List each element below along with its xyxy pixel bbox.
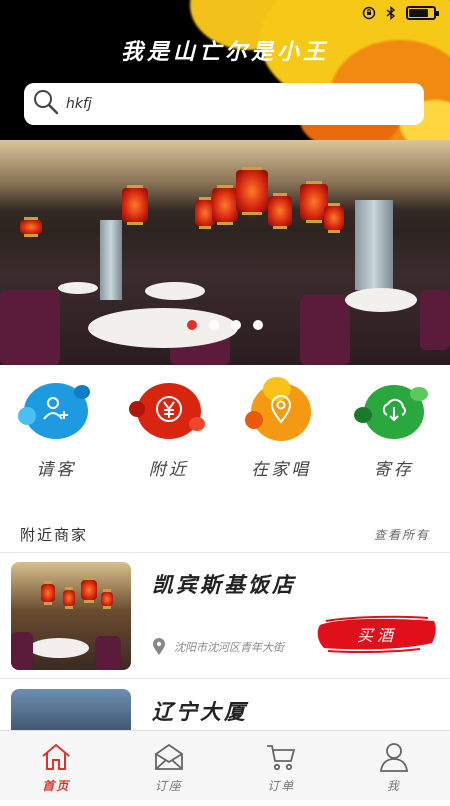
carousel-dot[interactable] <box>209 320 219 330</box>
merchant-address: 沈阳市沈河区青年大街 <box>174 639 314 655</box>
category-label: 请客 <box>0 455 113 480</box>
banner-chair <box>300 295 350 365</box>
location-pin-icon <box>152 638 166 656</box>
bottom-tab-bar: 首页 订座 订单 我 <box>0 730 450 800</box>
merchant-thumbnail <box>11 562 131 670</box>
carousel-dot[interactable] <box>187 320 197 330</box>
buy-wine-button[interactable]: 买酒 <box>316 615 438 653</box>
carousel-indicator[interactable] <box>0 320 450 330</box>
nearby-section-header: 附近商家 查看所有 <box>0 517 450 553</box>
banner-lantern <box>212 188 238 222</box>
cart-icon <box>265 741 297 773</box>
category-splash <box>129 377 209 447</box>
tab-me[interactable]: 我 <box>338 731 450 800</box>
tab-label: 首页 <box>42 777 70 794</box>
cloud-download-icon <box>378 393 410 425</box>
header: 我是山亡尔是小王 <box>0 0 450 140</box>
battery-icon <box>406 6 436 20</box>
banner-pillar <box>355 200 393 290</box>
banner-lantern <box>324 206 344 230</box>
category-label: 寄存 <box>338 455 450 480</box>
status-bar <box>362 6 436 20</box>
tab-home[interactable]: 首页 <box>0 731 113 800</box>
banner-lantern <box>122 188 148 222</box>
banner-carousel[interactable] <box>0 140 450 365</box>
tab-label: 订单 <box>267 777 295 794</box>
banner-lantern <box>268 196 292 226</box>
search-input[interactable] <box>66 96 386 112</box>
search-icon <box>32 88 60 120</box>
view-all-link[interactable]: 查看所有 <box>374 526 430 543</box>
location-pin-icon <box>265 393 297 425</box>
add-user-icon <box>40 393 72 425</box>
merchant-address-row: 沈阳市沈河区青年大街 <box>152 638 314 656</box>
tab-label: 我 <box>387 777 401 794</box>
category-splash <box>241 377 321 447</box>
category-sing-home[interactable]: 在家唱 <box>225 365 338 505</box>
envelope-icon <box>153 741 185 773</box>
battery-level <box>409 9 428 17</box>
banner-table <box>145 282 205 300</box>
home-icon <box>40 741 72 773</box>
search-bar[interactable] <box>24 83 424 125</box>
banner-pillar <box>100 220 122 300</box>
tab-label: 订座 <box>155 777 183 794</box>
category-label: 附近 <box>113 455 226 480</box>
banner-table <box>58 282 98 294</box>
merchant-card[interactable]: 凯宾斯基饭店 沈阳市沈河区青年大街 买酒 <box>0 553 450 679</box>
merchant-name: 凯宾斯基饭店 <box>152 569 296 599</box>
category-splash <box>354 377 434 447</box>
page-title: 我是山亡尔是小王 <box>0 34 450 66</box>
merchant-name: 辽宁大厦 <box>152 696 248 726</box>
banner-table <box>345 288 417 312</box>
category-nearby[interactable]: 附近 <box>113 365 226 505</box>
tab-reserve[interactable]: 订座 <box>113 731 226 800</box>
category-splash <box>16 377 96 447</box>
banner-lantern <box>20 220 42 234</box>
category-label: 在家唱 <box>225 455 338 480</box>
carousel-dot[interactable] <box>253 320 263 330</box>
user-icon <box>378 741 410 773</box>
tab-orders[interactable]: 订单 <box>225 731 338 800</box>
category-grid: 请客 附近 在家唱 寄存 <box>0 365 450 505</box>
bluetooth-icon <box>384 6 398 20</box>
carousel-dot[interactable] <box>231 320 241 330</box>
category-storage[interactable]: 寄存 <box>338 365 450 505</box>
yen-icon <box>153 393 185 425</box>
section-title: 附近商家 <box>20 524 88 545</box>
buy-wine-label: 买酒 <box>357 622 397 646</box>
banner-lantern <box>236 170 268 212</box>
category-invite[interactable]: 请客 <box>0 365 113 505</box>
rotation-lock-icon <box>362 6 376 20</box>
